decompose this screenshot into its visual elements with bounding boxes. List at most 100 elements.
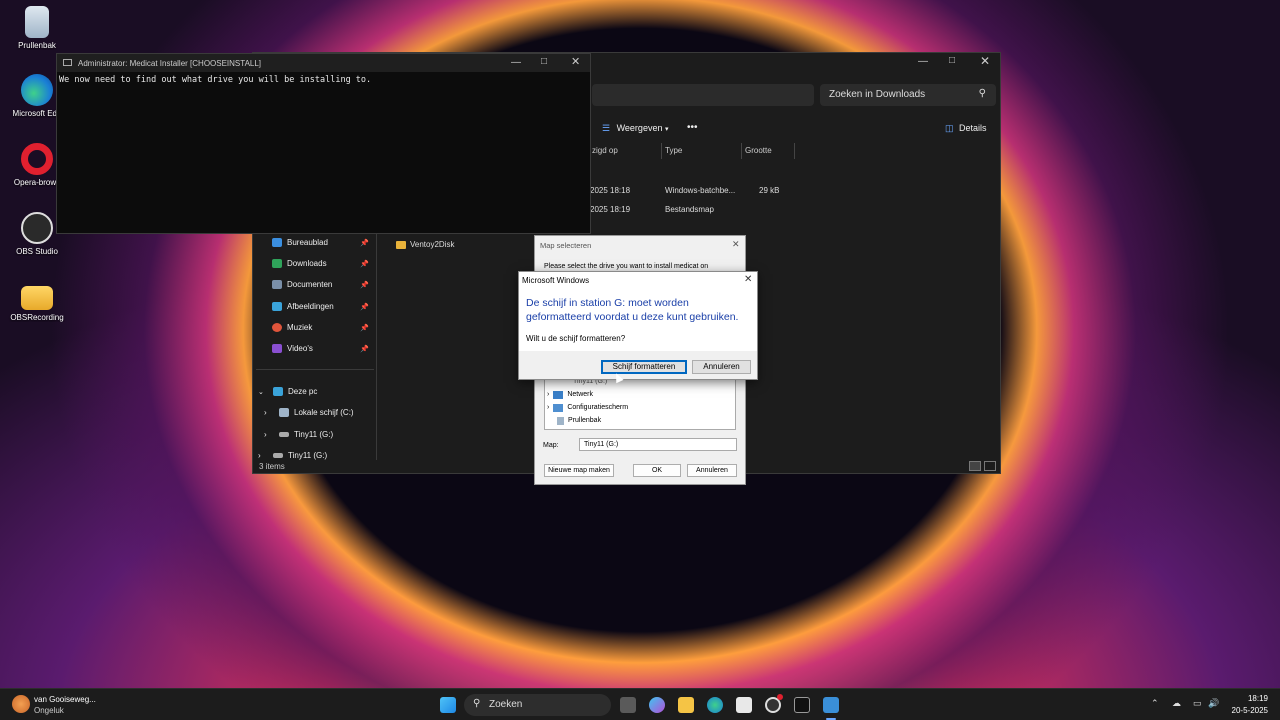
tree-item-tiny11[interactable]: › Tiny11 (G:) (258, 451, 327, 460)
folder-field[interactable]: Tiny11 (G:) (579, 438, 737, 451)
more-options-button[interactable]: ••• (687, 122, 698, 133)
tree-item-netwerk[interactable]: › Netwerk (547, 391, 593, 399)
taskbar: van Gooiseweg... Ongeluk ⚲ Zoeken ⌃ ☁ ▭ … (0, 688, 1280, 720)
folder-icon (396, 240, 406, 249)
search-input[interactable]: Zoeken in Downloads ⚲ (820, 84, 996, 106)
terminal-window[interactable]: Administrator: Medicat Installer [CHOOSE… (56, 53, 591, 234)
weather-subtitle: Ongeluk (34, 706, 64, 715)
nav-item-documenten[interactable]: Documenten 📌 (272, 280, 369, 289)
tree-item-configuratiescherm[interactable]: › Configuratiescherm (547, 404, 628, 412)
usb-drive-icon (279, 432, 289, 437)
drive-icon (279, 408, 289, 417)
weather-icon[interactable] (12, 695, 30, 713)
network-icon (553, 391, 564, 399)
task-view-icon[interactable] (620, 697, 636, 713)
edge-icon (21, 74, 53, 106)
details-icon: ◫ (945, 123, 954, 133)
start-icon[interactable] (440, 697, 456, 713)
cancel-button[interactable]: Annuleren (692, 360, 751, 374)
pin-icon: 📌 (360, 281, 369, 289)
monitor-icon[interactable]: ▭ (1193, 698, 1202, 709)
nav-item-bureaublad[interactable]: Bureaublad 📌 (272, 238, 369, 247)
chevron-down-icon: ⌄ (258, 388, 264, 396)
format-message-box: Microsoft Windows ✕ De schijf in station… (518, 271, 758, 380)
pin-icon: 📌 (360, 260, 369, 268)
file-explorer-icon[interactable] (678, 697, 694, 713)
pictures-icon (272, 302, 282, 311)
terminal-output: We now need to find out what drive you w… (59, 75, 372, 85)
minimize-button[interactable]: — (918, 56, 928, 67)
clock-date[interactable]: 20-5-2025 (1218, 706, 1268, 715)
desktop-icon-recycle-bin[interactable]: Prullenbak (8, 6, 66, 50)
pin-icon: 📌 (360, 239, 369, 247)
tiles-view-icon[interactable] (984, 461, 996, 471)
edge-icon[interactable] (707, 697, 723, 713)
nav-pane-divider (376, 234, 377, 460)
column-header-date[interactable]: zigd op (592, 146, 618, 155)
close-button[interactable]: ✕ (980, 54, 990, 68)
store-icon[interactable] (736, 697, 752, 713)
address-bar[interactable] (592, 84, 814, 106)
installer-window-icon[interactable] (823, 697, 839, 713)
desktop-icon-obsrecording[interactable]: OBSRecording (8, 282, 66, 322)
taskbar-search[interactable]: ⚲ Zoeken (464, 694, 611, 716)
table-row[interactable]: 2025 18:19 Bestandsmap (590, 203, 810, 217)
chevron-right-icon: › (264, 430, 267, 439)
format-disk-button[interactable]: Schijf formatteren (601, 360, 687, 374)
tree-item-tiny11[interactable]: › Tiny11 (G:) (264, 430, 333, 439)
close-icon[interactable]: ✕ (744, 274, 752, 285)
search-icon: ⚲ (978, 88, 986, 99)
document-icon (272, 280, 282, 289)
recording-badge-icon (777, 694, 783, 700)
chevron-right-icon: › (264, 408, 267, 417)
recycle-bin-icon (557, 417, 564, 425)
terminal-icon[interactable] (794, 697, 810, 713)
view-menu-button[interactable]: ☰ Weergeven ▾ (602, 123, 669, 134)
maximize-button[interactable]: □ (949, 55, 955, 66)
new-folder-button[interactable]: Nieuwe map maken (544, 464, 614, 477)
close-icon[interactable]: ✕ (732, 239, 740, 250)
dialog-title: Map selecteren (540, 241, 592, 250)
video-icon (272, 344, 282, 353)
terminal-icon (63, 59, 72, 66)
nav-item-muziek[interactable]: Muziek 📌 (272, 323, 369, 332)
minimize-button[interactable]: — (511, 57, 521, 68)
tree-item-lokale-schijf[interactable]: › Lokale schijf (C:) (264, 408, 354, 417)
pin-icon: 📌 (360, 303, 369, 311)
ok-button[interactable]: OK (633, 464, 681, 477)
weather-title[interactable]: van Gooiseweg... (34, 695, 96, 704)
column-divider (741, 143, 742, 159)
column-header-size[interactable]: Grootte (745, 146, 772, 155)
tree-item-deze-pc[interactable]: ⌄ Deze pc (258, 387, 317, 396)
message-question: Wilt u de schijf formatteren? (526, 334, 626, 343)
tree-item-prullenbak[interactable]: Prullenbak (557, 417, 601, 425)
nav-item-downloads[interactable]: Downloads 📌 (272, 259, 369, 268)
cloud-icon[interactable]: ☁ (1172, 698, 1181, 709)
copilot-icon[interactable] (649, 697, 665, 713)
details-view-icon[interactable] (969, 461, 981, 471)
search-icon: ⚲ (473, 698, 481, 709)
chevron-right-icon: › (547, 391, 550, 398)
folder-icon (21, 286, 53, 310)
nav-item-afbeeldingen[interactable]: Afbeeldingen 📌 (272, 302, 369, 311)
status-item-count: 3 items (259, 462, 285, 471)
control-panel-icon (553, 404, 564, 412)
cancel-button[interactable]: Annuleren (687, 464, 737, 477)
clock-time[interactable]: 18:19 (1228, 694, 1268, 703)
terminal-title-bar: Administrator: Medicat Installer [CHOOSE… (57, 54, 590, 72)
nav-divider (256, 369, 374, 370)
opera-icon (21, 143, 53, 175)
pin-icon: 📌 (360, 345, 369, 353)
maximize-button[interactable]: □ (541, 56, 547, 67)
column-header-type[interactable]: Type (665, 146, 682, 155)
column-divider (661, 143, 662, 159)
column-divider (794, 143, 795, 159)
nav-item-videos[interactable]: Video's 📌 (272, 344, 369, 353)
table-row[interactable]: 2025 18:18 Windows-batchbe... 29 kB (590, 184, 810, 198)
message-heading: De schijf in station G: moet worden gefo… (526, 297, 739, 323)
list-item[interactable]: Ventoy2Disk (396, 240, 454, 249)
close-button[interactable]: ✕ (571, 55, 580, 68)
details-pane-button[interactable]: ◫ Details (945, 123, 987, 134)
computer-icon (273, 387, 283, 396)
chevron-up-icon[interactable]: ⌃ (1151, 698, 1159, 709)
